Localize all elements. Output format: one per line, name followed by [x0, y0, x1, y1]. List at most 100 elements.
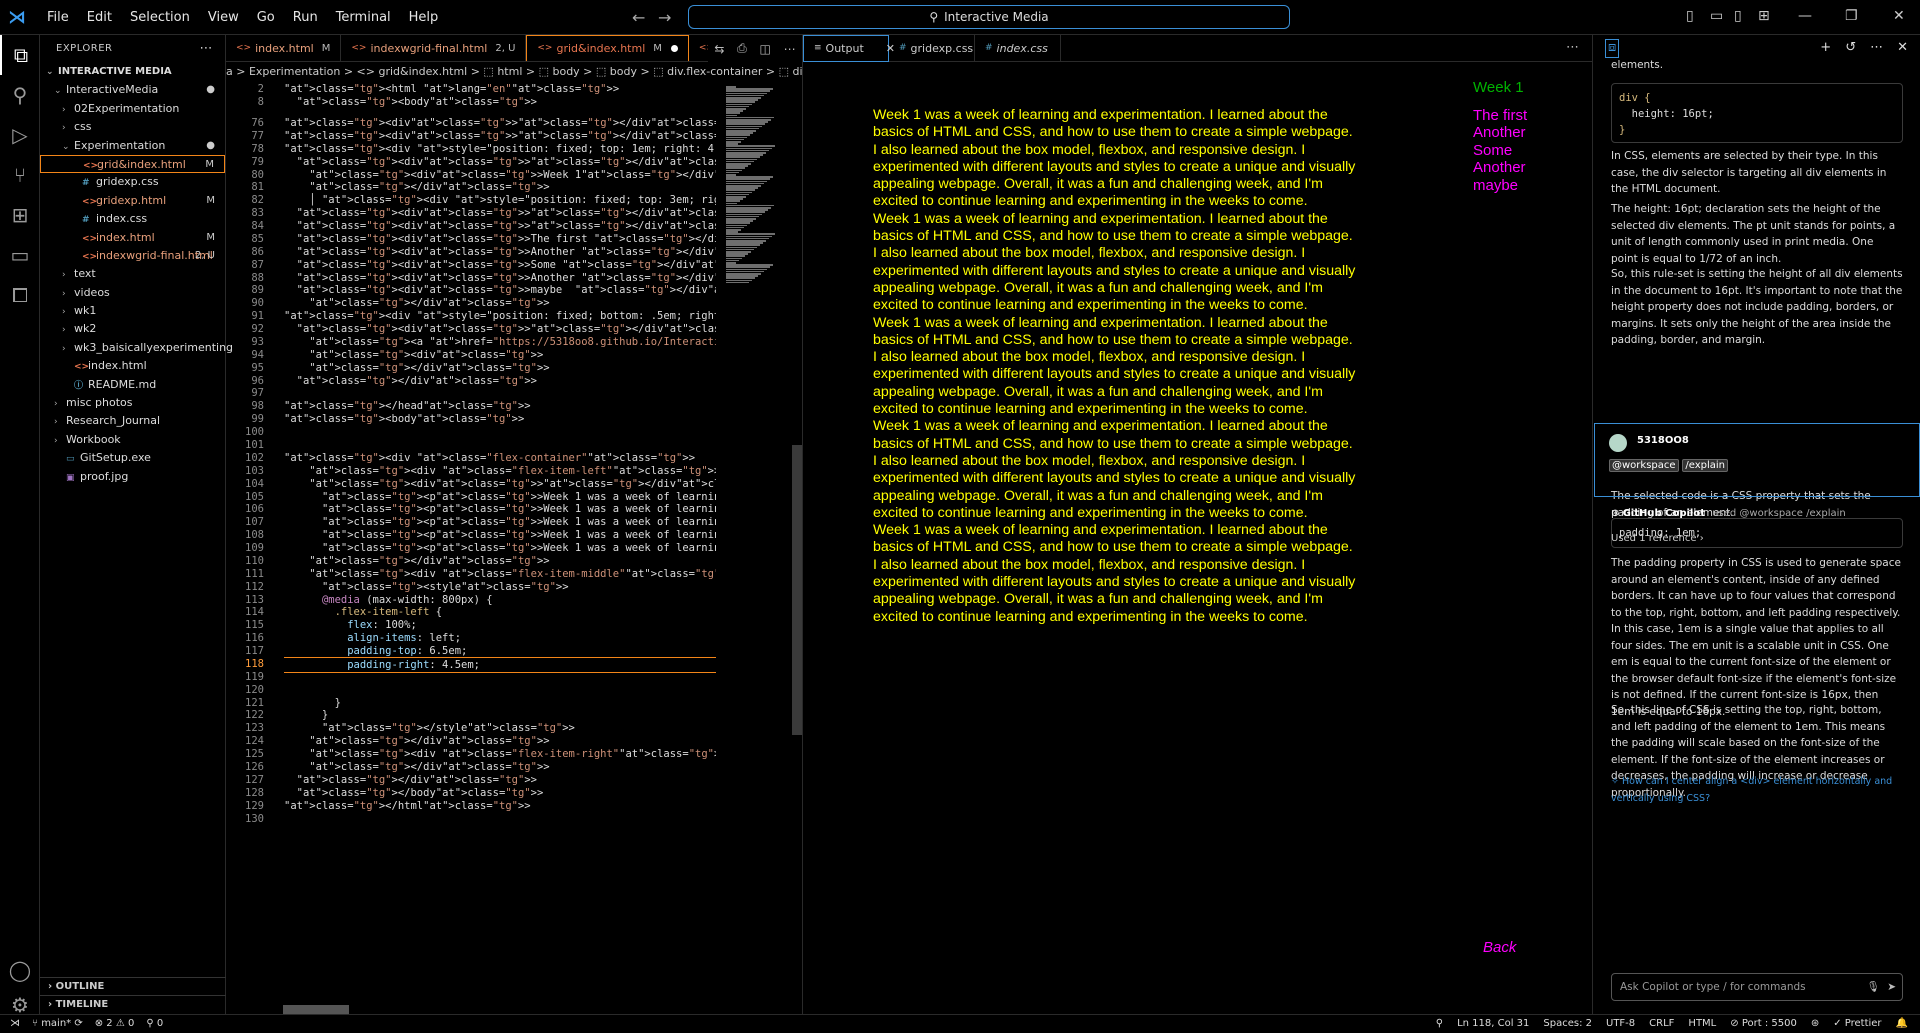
- breadcrumb[interactable]: a > Experimentation > <> grid&index.html…: [226, 63, 802, 81]
- unsaved-dot-icon[interactable]: [670, 45, 678, 52]
- ports-indicator[interactable]: ⚲ 0: [146, 1015, 163, 1033]
- activity-bar: ⧉ ⚲ ▷ ⑂ ⊞ ▭ ⧠ ◯ ⚙: [0, 35, 40, 1017]
- zoom-icon[interactable]: ⚲: [1436, 1015, 1443, 1033]
- minimize-icon[interactable]: —: [1798, 8, 1812, 24]
- file-tree-item[interactable]: ▣ proof.jpg: [40, 468, 225, 486]
- more-actions-icon[interactable]: ⋯: [1870, 40, 1883, 57]
- menu-run[interactable]: Run: [284, 0, 327, 35]
- split-editor-icon[interactable]: ◫: [760, 42, 771, 56]
- file-tree-item[interactable]: <>gridexp.html M: [40, 192, 225, 210]
- file-tree-item[interactable]: › 02Experimentation: [40, 100, 225, 118]
- references-toggle[interactable]: Used 1 reference ›: [1611, 533, 1704, 544]
- file-tree-item[interactable]: ⌄ Experimentation ●: [40, 137, 225, 155]
- prettier-status[interactable]: ✓ Prettier: [1833, 1015, 1881, 1033]
- file-tree-item[interactable]: › css: [40, 118, 225, 136]
- chat-input[interactable]: Ask Copilot or type / for commands 🎙 ➤: [1611, 973, 1903, 1001]
- toggle-secondary-sidebar-icon[interactable]: ▯: [1734, 8, 1742, 24]
- more-actions-icon[interactable]: ⋯: [784, 42, 796, 56]
- explorer-icon[interactable]: ⧉: [0, 35, 40, 75]
- microphone-icon[interactable]: 🎙: [1867, 974, 1880, 1000]
- back-link[interactable]: Back: [1483, 939, 1516, 956]
- remote-icon[interactable]: ⋊: [10, 1015, 20, 1033]
- toggle-panel-icon[interactable]: ▭: [1710, 8, 1723, 24]
- toggle-sidebar-icon[interactable]: ▯: [1686, 8, 1694, 24]
- menu-view[interactable]: View: [199, 0, 248, 35]
- file-tree-item[interactable]: › text: [40, 265, 225, 283]
- branch-indicator[interactable]: ⑂ main* ⟳: [32, 1015, 83, 1033]
- line-endings[interactable]: CRLF: [1649, 1015, 1674, 1033]
- close-panel-icon[interactable]: ✕: [1897, 40, 1908, 57]
- menu-selection[interactable]: Selection: [121, 0, 199, 35]
- editor-tab[interactable]: # index.css: [975, 35, 1061, 62]
- extensions-icon[interactable]: ⊞: [0, 195, 40, 235]
- file-tree-item[interactable]: <>indexwgrid-final.html 2, U: [40, 247, 225, 265]
- file-tree-item[interactable]: › misc photos: [40, 394, 225, 412]
- run-debug-icon[interactable]: ▷: [0, 115, 40, 155]
- followup-suggestion[interactable]: ✧ How can I center align a <div> element…: [1611, 774, 1903, 807]
- outline-section[interactable]: › OUTLINE: [40, 977, 226, 995]
- more-actions-icon[interactable]: ⋯: [1566, 40, 1579, 55]
- customize-layout-icon[interactable]: ⊞: [1758, 8, 1770, 24]
- horizontal-scrollbar[interactable]: [283, 1005, 349, 1014]
- vertical-scrollbar[interactable]: [792, 445, 802, 735]
- copilot-chat-icon[interactable]: ⧈: [1605, 39, 1620, 58]
- file-tree-item[interactable]: # index.css: [40, 210, 225, 228]
- file-tree-item[interactable]: › Research_Journal: [40, 412, 225, 430]
- file-tree-item[interactable]: <>grid&index.html M: [40, 154, 225, 174]
- forward-arrow-icon[interactable]: →: [658, 8, 671, 27]
- notifications-icon[interactable]: 🔔: [1896, 1015, 1908, 1033]
- file-tree-item[interactable]: › wk1: [40, 302, 225, 320]
- command-center-search[interactable]: ⚲ Interactive Media: [688, 5, 1290, 29]
- timeline-section[interactable]: › TIMELINE: [40, 995, 226, 1013]
- code-line[interactable]: "at">class="tg"><body"at">class="tg">>: [284, 95, 716, 111]
- indentation[interactable]: Spaces: 2: [1543, 1015, 1592, 1033]
- menu-help[interactable]: Help: [400, 0, 448, 35]
- workspace-root[interactable]: ⌄ INTERACTIVE MEDIA: [40, 63, 225, 81]
- menu-terminal[interactable]: Terminal: [327, 0, 400, 35]
- history-icon[interactable]: ↺: [1845, 40, 1856, 57]
- chat-paragraph: In CSS, elements are selected by their t…: [1611, 150, 1887, 195]
- file-tree-item[interactable]: › Workbook: [40, 431, 225, 449]
- restore-icon[interactable]: ❐: [1845, 8, 1858, 24]
- file-tree-item[interactable]: › wk3_baisicallyexperimenting: [40, 339, 233, 357]
- preview-paragraph-line: I also learned about the box model, flex…: [873, 141, 1306, 158]
- source-control-icon[interactable]: ⑂: [0, 155, 40, 195]
- live-server-port[interactable]: ⊘ Port : 5500: [1730, 1015, 1797, 1033]
- print-icon[interactable]: ⎙: [737, 41, 747, 56]
- menu-file[interactable]: File: [38, 0, 78, 35]
- send-icon[interactable]: ➤: [1887, 974, 1896, 1000]
- editor-tab[interactable]: <> indexwgrid-final.html 2, U: [341, 35, 527, 61]
- copilot-status-icon[interactable]: ⊛: [1811, 1015, 1819, 1033]
- file-tree-item[interactable]: ⓘ README.md: [40, 376, 225, 394]
- file-tree-item[interactable]: › videos: [40, 284, 225, 302]
- new-chat-icon[interactable]: +: [1820, 40, 1831, 57]
- account-icon[interactable]: ◯: [0, 950, 40, 990]
- code-line[interactable]: [284, 812, 716, 828]
- file-tree-item[interactable]: <>index.html M: [40, 229, 225, 247]
- language-mode[interactable]: HTML: [1688, 1015, 1716, 1033]
- menu-go[interactable]: Go: [248, 0, 284, 35]
- menu-edit[interactable]: Edit: [78, 0, 121, 35]
- cursor-position[interactable]: Ln 118, Col 31: [1457, 1015, 1529, 1033]
- search-view-icon[interactable]: ⚲: [0, 75, 40, 115]
- remote-explorer-icon[interactable]: ▭: [0, 235, 40, 275]
- file-tree-item[interactable]: <>index.html: [40, 357, 225, 375]
- file-tree-item[interactable]: # gridexp.css: [40, 173, 225, 191]
- close-window-icon[interactable]: ✕: [1893, 8, 1905, 24]
- editor-tab[interactable]: ≡ Output ✕: [803, 35, 895, 62]
- editor-tab[interactable]: # gridexp.css: [889, 35, 975, 62]
- more-actions-icon[interactable]: ⋯: [200, 35, 214, 63]
- minimap[interactable]: [722, 82, 788, 1014]
- file-tree-item[interactable]: ⌄ InteractiveMedia ●: [40, 81, 225, 99]
- file-tree-item[interactable]: ▭ GitSetup.exe: [40, 449, 225, 467]
- code-block-1[interactable]: div { height: 16pt; }: [1611, 83, 1903, 143]
- file-tree-item[interactable]: › wk2: [40, 320, 225, 338]
- live-share-icon[interactable]: ⧠: [0, 275, 40, 315]
- problems-indicator[interactable]: ⊗ 2 ⚠ 0: [95, 1015, 135, 1033]
- editor-tab[interactable]: <> grid&index.html M: [526, 35, 689, 61]
- editor-tab[interactable]: <> index.html M: [226, 35, 342, 61]
- back-arrow-icon[interactable]: ←: [632, 8, 645, 27]
- encoding[interactable]: UTF-8: [1606, 1015, 1635, 1033]
- code-editor[interactable]: 2 "at">class="tg"><html "at">lang="en""at…: [226, 82, 716, 1014]
- compare-icon[interactable]: ⇆: [714, 42, 724, 56]
